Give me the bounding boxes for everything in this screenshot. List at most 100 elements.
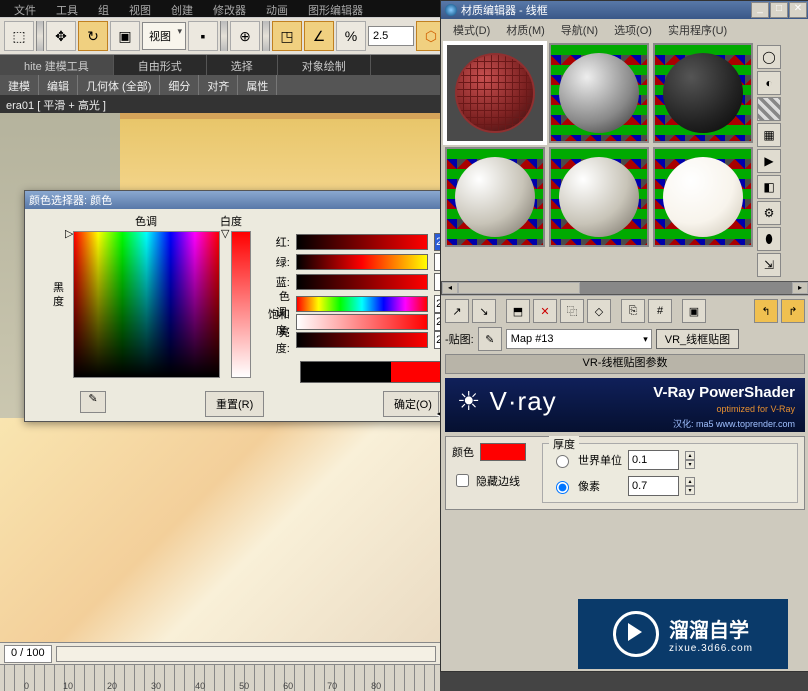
sample-uv-icon[interactable]: ▦ [757, 123, 781, 147]
pixel-unit-radio[interactable] [556, 481, 569, 494]
blue-slider[interactable] [296, 274, 428, 290]
map-name-dropdown[interactable]: Map #13 [506, 329, 652, 349]
menu-modifiers[interactable]: 修改器 [203, 0, 256, 17]
menu-file[interactable]: 文件 [4, 0, 46, 17]
ok-button[interactable]: 确定(O) [383, 391, 443, 417]
subtab-edit[interactable]: 编辑 [39, 75, 78, 95]
time-slider[interactable] [56, 646, 436, 662]
move-button[interactable]: ✥ [46, 21, 76, 51]
make-preview-icon[interactable]: ◧ [757, 175, 781, 199]
rotate-button[interactable]: ↻ [78, 21, 108, 51]
scroll-thumb[interactable] [458, 282, 580, 294]
assign-to-sel-icon[interactable]: ⬒ [506, 299, 530, 323]
material-slot-4[interactable] [445, 147, 545, 247]
backlight-icon[interactable]: ◐ [757, 71, 781, 95]
scale-button[interactable]: ▣ [110, 21, 140, 51]
angle-snap-toggle[interactable]: ∠ [304, 21, 334, 51]
subtab-props[interactable]: 属性 [238, 75, 277, 95]
world-unit-radio[interactable] [556, 455, 569, 468]
select-region-button[interactable]: ⬚ [4, 21, 34, 51]
maximize-icon[interactable]: □ [770, 2, 788, 18]
put-to-lib-icon[interactable]: ⎘ [621, 299, 645, 323]
dialog-titlebar[interactable]: 颜色选择器: 颜色 ✕ [25, 191, 477, 209]
red-slider[interactable] [296, 234, 428, 250]
subtab-subdiv[interactable]: 细分 [160, 75, 199, 95]
close-icon[interactable]: ✕ [789, 2, 807, 18]
snap-toggle[interactable]: ◳ [272, 21, 302, 51]
menu-animation[interactable]: 动画 [256, 0, 298, 17]
spinner-icon[interactable]: ▴▾ [685, 477, 695, 495]
get-material-icon[interactable]: ↗ [445, 299, 469, 323]
put-to-scene-icon[interactable]: ↘ [472, 299, 496, 323]
rollout-header[interactable]: VR-线框贴图参数 [445, 354, 805, 374]
pivot-button[interactable]: ▪ [188, 21, 218, 51]
menu-group[interactable]: 组 [88, 0, 119, 17]
scroll-right-icon[interactable]: ▸ [792, 282, 808, 294]
go-parent-icon[interactable]: ↰ [754, 299, 778, 323]
val-slider[interactable] [296, 332, 428, 348]
pixel-unit-value[interactable] [628, 476, 679, 496]
menu-view[interactable]: 视图 [119, 0, 161, 17]
timeline[interactable]: 0 / 100 [0, 642, 440, 665]
show-in-vp-icon[interactable]: ▣ [682, 299, 706, 323]
time-ruler[interactable]: 0 10 20 30 40 50 60 70 80 [0, 664, 440, 691]
material-slot-5[interactable] [549, 147, 649, 247]
menu-material[interactable]: 材质(M) [498, 19, 553, 39]
percent-snap-toggle[interactable]: % [336, 21, 366, 51]
material-slot-6[interactable] [653, 147, 753, 247]
material-slot-1[interactable] [445, 43, 545, 143]
mat-map-nav-icon[interactable]: ⇲ [757, 253, 781, 277]
mated-titlebar[interactable]: 材质编辑器 - 线框 _ □ ✕ [441, 1, 808, 19]
old-color[interactable] [301, 362, 391, 382]
wire-color-swatch[interactable] [480, 443, 526, 461]
select-by-mat-icon[interactable]: ⬮ [757, 227, 781, 251]
tab-selection[interactable]: 选择 [207, 55, 278, 75]
mat-id-icon[interactable]: # [648, 299, 672, 323]
reset-map-icon[interactable]: ✕ [533, 299, 557, 323]
whiteness-strip[interactable] [231, 231, 251, 378]
hue-slider[interactable] [296, 296, 428, 312]
tab-objectpaint[interactable]: 对象绘制 [278, 55, 371, 75]
video-check-icon[interactable]: ▶ [757, 149, 781, 173]
make-copy-icon[interactable]: ⿻ [560, 299, 584, 323]
menu-options[interactable]: 选项(O) [606, 19, 660, 39]
menu-create[interactable]: 创建 [161, 0, 203, 17]
go-sibling-icon[interactable]: ↱ [781, 299, 805, 323]
green-slider[interactable] [296, 254, 428, 270]
subtab-align[interactable]: 对齐 [199, 75, 238, 95]
options-icon[interactable]: ⚙ [757, 201, 781, 225]
minimize-icon[interactable]: _ [751, 2, 769, 18]
spinner-icon[interactable]: ▴▾ [685, 451, 695, 469]
scroll-left-icon[interactable]: ◂ [442, 282, 458, 294]
eyedropper-icon[interactable]: ✎ [80, 391, 106, 413]
vray-optimized-label: optimized for V-Ray [716, 404, 795, 414]
white-marker[interactable]: ▽ [221, 227, 229, 240]
sat-slider[interactable] [296, 314, 428, 330]
reset-button[interactable]: 重置(R) [205, 391, 264, 417]
mated-toolbar: ↗ ↘ ⬒ ✕ ⿻ ◇ ⎘ # ▣ ↰ ↱ [441, 295, 808, 326]
menu-navigate[interactable]: 导航(N) [553, 19, 606, 39]
manip-button[interactable]: ⊕ [230, 21, 260, 51]
frame-display[interactable]: 0 / 100 [4, 645, 52, 663]
sample-type-icon[interactable]: ◯ [757, 45, 781, 69]
world-unit-value[interactable] [628, 450, 679, 470]
tab-freeform[interactable]: 自由形式 [114, 55, 207, 75]
material-slot-2[interactable] [549, 43, 649, 143]
snap-value[interactable]: 2.5 [368, 26, 414, 46]
pick-map-icon[interactable]: ✎ [478, 327, 502, 351]
ref-coord-dropdown[interactable]: 视图 [142, 22, 186, 50]
hue-field[interactable] [73, 231, 220, 378]
make-unique-icon[interactable]: ◇ [587, 299, 611, 323]
slot-scrollbar[interactable]: ◂ ▸ [441, 281, 808, 295]
menu-utilities[interactable]: 实用程序(U) [660, 19, 735, 39]
hide-edges-checkbox[interactable] [456, 474, 469, 487]
map-type-button[interactable]: VR_线框贴图 [656, 329, 739, 349]
material-slot-3[interactable] [653, 43, 753, 143]
menu-graph-editors[interactable]: 图形编辑器 [298, 0, 373, 17]
menu-tool[interactable]: 工具 [46, 0, 88, 17]
tab-modeling[interactable]: hite 建模工具 [0, 55, 114, 75]
background-icon[interactable] [757, 97, 781, 121]
menu-mode[interactable]: 模式(D) [445, 19, 498, 39]
subtab-geom[interactable]: 几何体 (全部) [78, 75, 160, 95]
subtab-model[interactable]: 建模 [0, 75, 39, 95]
